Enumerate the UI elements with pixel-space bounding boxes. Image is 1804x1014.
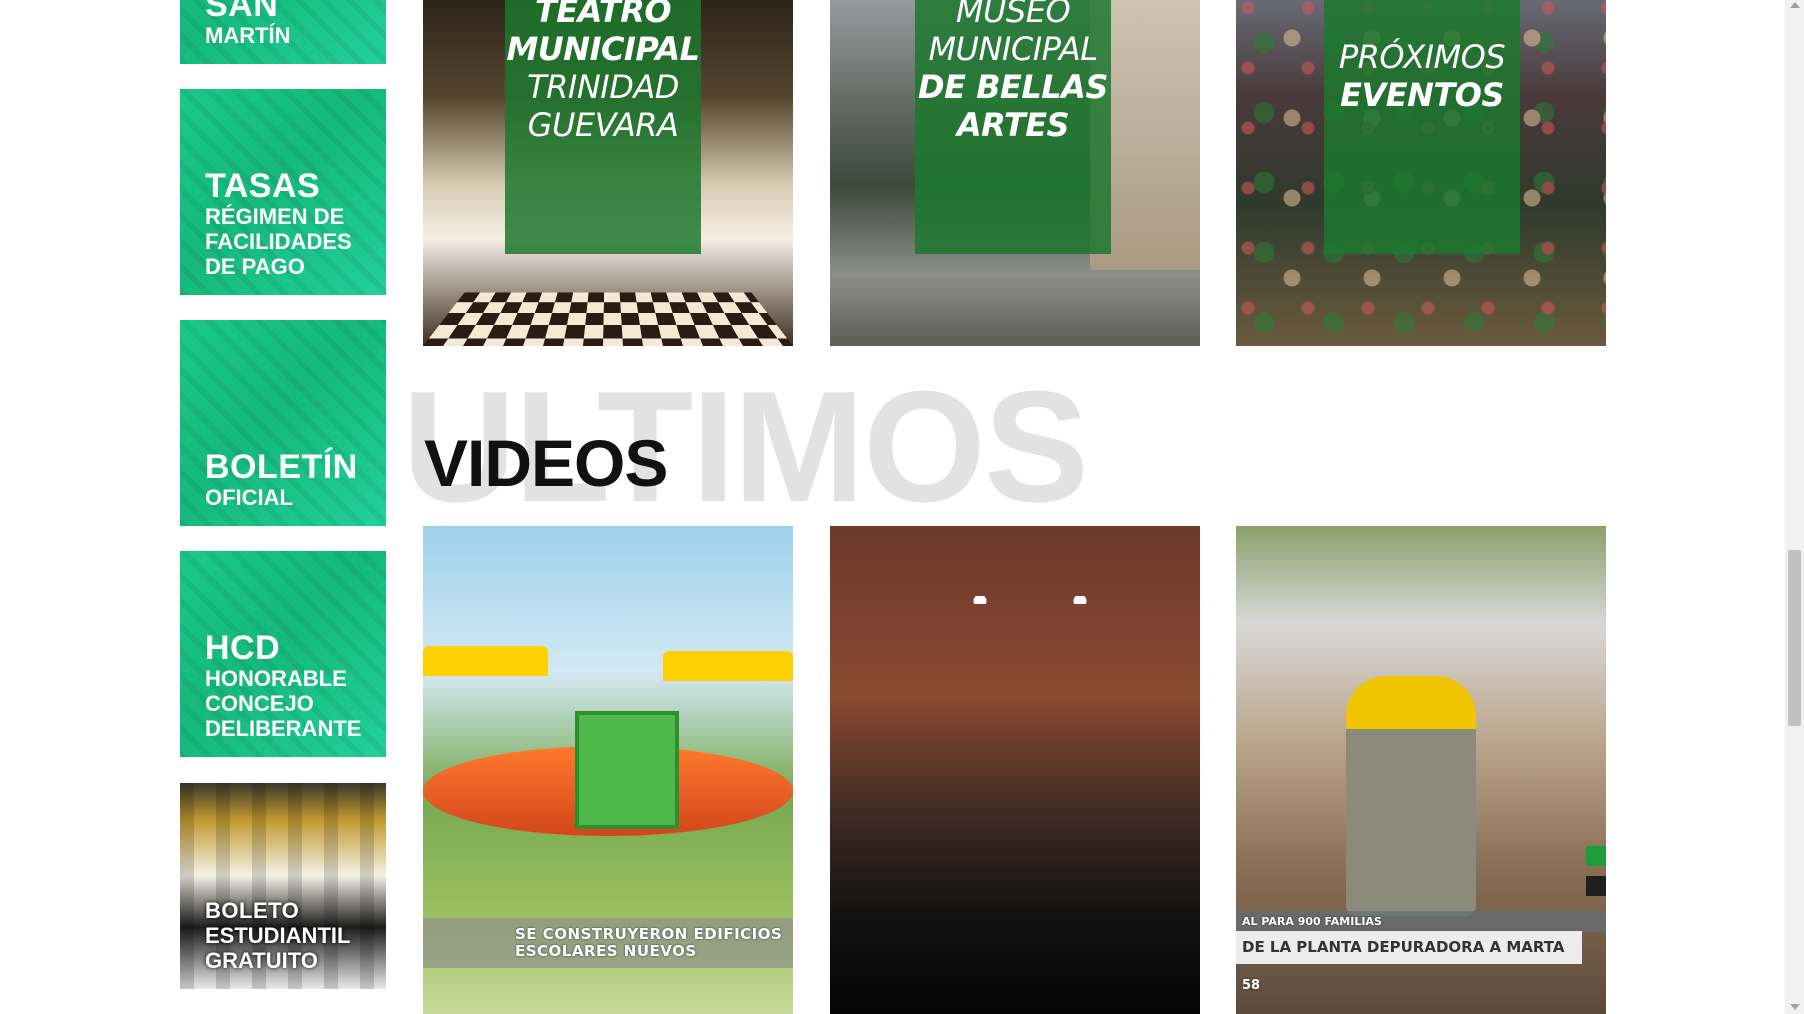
tile-subtitle: OFICIAL xyxy=(205,485,293,510)
card-title-line: ARTES xyxy=(956,106,1070,144)
tile-title: HCD xyxy=(205,629,281,667)
video-image-detail xyxy=(1346,676,1476,916)
video-image-detail xyxy=(663,651,793,681)
tile-subtitle: ESTUDIANTIL GRATUITO xyxy=(205,923,351,973)
card-title-line: GUEVARA xyxy=(527,106,679,144)
card-photo xyxy=(423,292,793,346)
tile-title: CALLE SAN xyxy=(205,0,279,24)
scroll-thumb[interactable] xyxy=(1788,550,1801,726)
sidebar-tile-tasas[interactable]: TASAS RÉGIMEN DE FACILIDADES DE PAGO xyxy=(180,89,386,295)
sidebar-tile-calle-san-martin[interactable]: CALLE SAN MARTÍN xyxy=(180,0,386,64)
video-caption-top: AL PARA 900 FAMILIAS xyxy=(1236,911,1606,932)
featured-card-museo[interactable]: MUSEO MUNICIPAL DE BELLAS ARTES xyxy=(830,0,1200,346)
card-title-line: MUNICIPAL xyxy=(928,30,1098,68)
section-title: VIDEOS xyxy=(424,426,668,500)
sidebar-tile-boleto-estudiantil[interactable]: BOLETO ESTUDIANTIL GRATUITO xyxy=(180,783,386,989)
tile-title: TASAS xyxy=(205,167,321,205)
card-title-line: MUSEO xyxy=(955,0,1071,30)
tile-title: BOLETO xyxy=(205,898,300,923)
video-image-detail xyxy=(930,596,1130,604)
featured-card-teatro[interactable]: TEATRO MUNICIPAL TRINIDAD GUEVARA xyxy=(423,0,793,346)
featured-card-eventos[interactable]: PRÓXIMOS EVENTOS xyxy=(1236,0,1606,346)
tile-title: BOLETÍN xyxy=(205,448,358,486)
video-badge xyxy=(1586,876,1606,896)
video-image-detail xyxy=(423,646,548,676)
video-timestamp: 58 xyxy=(1242,978,1261,993)
card-title-line: TEATRO xyxy=(534,0,672,30)
card-title-line: PRÓXIMOS xyxy=(1338,38,1506,76)
video-thumbnail[interactable]: AL PARA 900 FAMILIAS DE LA PLANTA DEPURA… xyxy=(1236,526,1606,1014)
card-title-line: EVENTOS xyxy=(1340,76,1504,114)
sidebar-tile-hcd[interactable]: HCD HONORABLE CONCEJO DELIBERANTE xyxy=(180,551,386,757)
tile-subtitle: HONORABLE CONCEJO DELIBERANTE xyxy=(205,666,362,741)
scroll-up-arrow-icon[interactable] xyxy=(1790,2,1800,8)
sidebar-tile-boletin-oficial[interactable]: BOLETÍN OFICIAL xyxy=(180,320,386,526)
video-caption: SE CONSTRUYERON EDIFICIOS ESCOLARES NUEV… xyxy=(423,918,793,968)
video-thumbnail[interactable]: SE CONSTRUYERON EDIFICIOS ESCOLARES NUEV… xyxy=(423,526,793,1014)
card-overlay: PRÓXIMOS EVENTOS xyxy=(1324,0,1520,254)
card-title-line: TRINIDAD xyxy=(527,68,679,106)
scrollbar[interactable] xyxy=(1785,0,1804,1014)
card-title-line: MUNICIPAL xyxy=(506,30,700,68)
tile-subtitle: RÉGIMEN DE FACILIDADES DE PAGO xyxy=(205,204,352,279)
video-badge xyxy=(1586,846,1606,866)
card-overlay: MUSEO MUNICIPAL DE BELLAS ARTES xyxy=(915,0,1111,254)
card-overlay: TEATRO MUNICIPAL TRINIDAD GUEVARA xyxy=(505,0,701,254)
tile-subtitle: MARTÍN xyxy=(205,23,291,48)
scroll-down-arrow-icon[interactable] xyxy=(1790,1004,1800,1010)
video-caption: DE LA PLANTA DEPURADORA A MARTA xyxy=(1236,931,1582,964)
video-thumbnail[interactable] xyxy=(830,526,1200,1014)
card-title-line: DE BELLAS xyxy=(918,68,1108,106)
video-image-detail xyxy=(575,711,679,829)
